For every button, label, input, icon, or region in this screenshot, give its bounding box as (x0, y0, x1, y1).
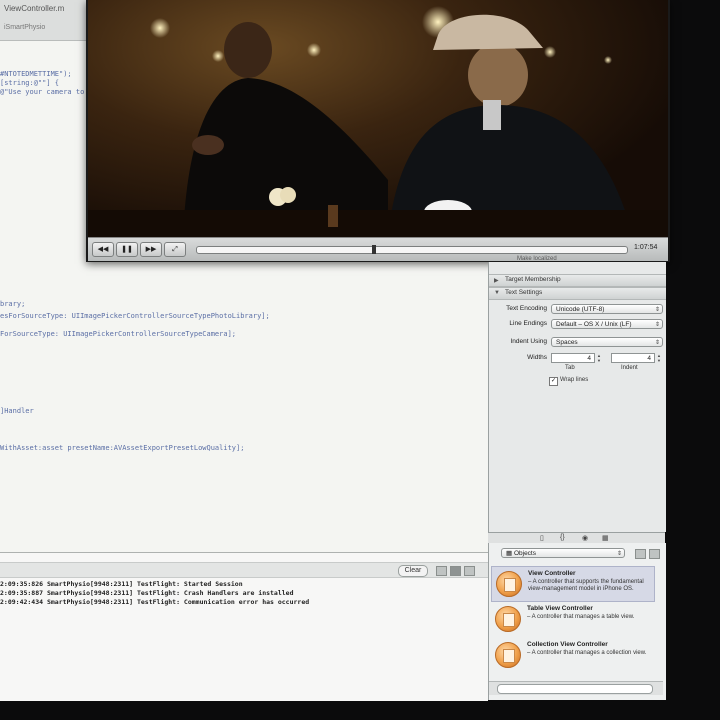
disclosure-expanded-icon[interactable]: ▼ (494, 290, 500, 296)
clear-console-button[interactable]: Clear (398, 565, 428, 577)
code-line: @"Use your camera to (0, 88, 85, 96)
editor-tab-subtitle: iSmartPhysio (4, 24, 46, 31)
library-filter-popup[interactable]: ▦ Objects ⇕ (501, 548, 625, 558)
library-item-table-view-controller[interactable]: Table View Controller – A controller tha… (491, 602, 653, 636)
library-search-bar (489, 681, 663, 695)
show-both-icon[interactable] (450, 566, 461, 576)
library-item-view-controller[interactable]: View Controller – A controller that supp… (491, 566, 655, 602)
text-settings-header[interactable]: ▼ Text Settings (489, 287, 666, 300)
popup-arrows-icon: ⇕ (654, 322, 660, 328)
code-line: WithAsset:asset presetName:AVAssetExport… (0, 444, 245, 452)
code-line: ForSourceType: UIImagePickerControllerSo… (0, 330, 237, 338)
show-variables-icon[interactable] (436, 566, 447, 576)
popup-arrows-icon: ⇕ (654, 307, 660, 313)
code-line: esForSourceType: UIImagePickerController… (0, 312, 270, 320)
fast-forward-icon[interactable]: ▶▶ (140, 242, 162, 257)
show-console-icon[interactable] (464, 566, 475, 576)
indent-using-label: Indent Using (510, 338, 548, 345)
log-line: 2:09:35:887 SmartPhysio[9948:2311] TestF… (0, 589, 294, 597)
fullscreen-icon[interactable]: ⤢ (164, 242, 186, 257)
code-line: [string:@""] { (0, 79, 60, 87)
library-item-collection-view-controller[interactable]: Collection View Controller – A controlle… (491, 638, 653, 672)
text-encoding-label: Text Encoding (506, 305, 547, 312)
video-controls: ◀◀ ❚❚ ▶▶ ⤢ 1:07:54 (88, 237, 668, 261)
video-scrubber[interactable] (196, 245, 628, 254)
objects-icon: ▦ (506, 550, 514, 557)
code-snippet-icon[interactable]: {} (560, 534, 565, 541)
editor-jump-bar[interactable]: ViewController.m iSmartPhysio (0, 0, 90, 41)
file-template-icon[interactable]: ▯ (540, 534, 544, 542)
scrubber-knob[interactable] (372, 245, 376, 254)
log-line: 2:09:42:434 SmartPhysio[9948:2311] TestF… (0, 598, 310, 606)
disclosure-collapsed-icon[interactable]: ▶ (494, 277, 499, 284)
video-frame[interactable] (88, 0, 668, 237)
line-endings-popup[interactable]: Default – OS X / Unix (LF) ⇕ (551, 319, 663, 329)
widths-label: Widths (527, 354, 547, 361)
tab-width-stepper[interactable]: ▲ ▼ (596, 353, 602, 363)
indent-caption: Indent (621, 365, 638, 371)
cropped-header: Make localized (517, 256, 557, 262)
code-line: #NTOTEDMETTIME"); (0, 70, 72, 78)
editor-tab-title[interactable]: ViewController.m (4, 4, 64, 13)
popup-arrows-icon: ⇕ (654, 340, 660, 346)
media-library-icon[interactable]: ▦ (602, 534, 609, 542)
text-encoding-popup[interactable]: Unicode (UTF-8) ⇕ (551, 304, 663, 314)
tab-width-field[interactable]: 4 (551, 353, 595, 363)
line-endings-label: Line Endings (509, 320, 547, 327)
wrap-lines-checkbox[interactable]: ✓ (549, 377, 558, 386)
library-search-field[interactable] (497, 684, 653, 694)
log-line: 2:09:35:826 SmartPhysio[9948:2311] TestF… (0, 580, 243, 588)
movie-still (88, 6, 668, 237)
file-inspector: Make localized ▶ Target Membership ▼ Tex… (488, 256, 666, 532)
rewind-icon[interactable]: ◀◀ (92, 242, 114, 257)
collection-view-controller-icon (495, 642, 521, 668)
code-line: brary; (0, 300, 26, 308)
view-controller-icon (496, 571, 522, 597)
pause-icon[interactable]: ❚❚ (116, 242, 138, 257)
indent-width-stepper[interactable]: ▲ ▼ (656, 353, 662, 363)
code-line: ]Handler (0, 407, 34, 415)
video-time: 1:07:54 (634, 244, 658, 251)
table-view-controller-icon (495, 606, 521, 632)
target-membership-header[interactable]: ▶ Target Membership (489, 274, 666, 287)
object-library: ▦ Objects ⇕ View Controller – A controlle… (488, 543, 666, 700)
console-toolbar: Clear (0, 562, 488, 578)
wrap-lines-label: Wrap lines (560, 377, 589, 383)
tab-caption: Tab (565, 365, 575, 371)
indent-using-popup[interactable]: Spaces ⇕ (551, 337, 663, 347)
video-player-window[interactable]: ◀◀ ❚❚ ▶▶ ⤢ 1:07:54 (86, 0, 670, 262)
indent-width-field[interactable]: 4 (611, 353, 655, 363)
icon-view-toggle[interactable] (635, 549, 646, 559)
popup-arrows-icon: ⇕ (616, 551, 622, 557)
list-view-toggle[interactable] (649, 549, 660, 559)
debug-console[interactable]: Clear 2:09:35:826 SmartPhysio[9948:2311]… (0, 552, 488, 701)
object-library-icon[interactable]: ◉ (582, 534, 588, 542)
